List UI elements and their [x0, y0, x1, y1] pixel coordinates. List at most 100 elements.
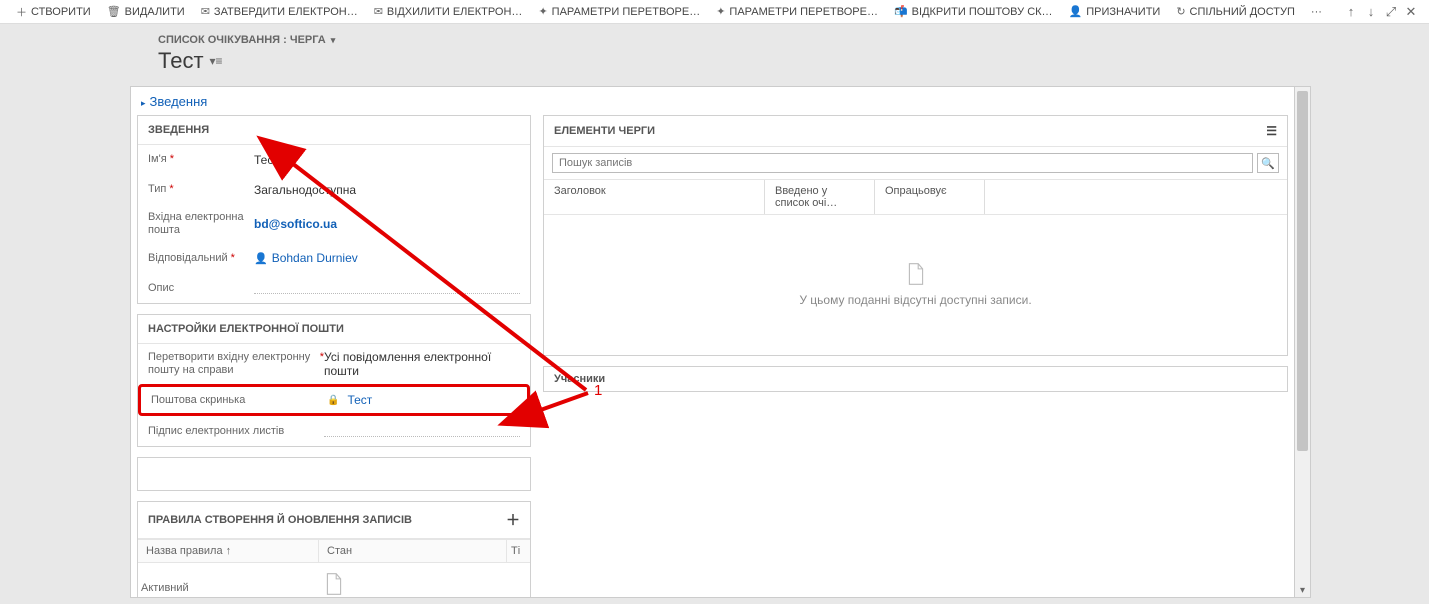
- form-scroll-area: ▸ Зведення Зведення Ім'я* Тест Тип* Загал…: [130, 86, 1295, 598]
- close-icon[interactable]: ✕: [1401, 2, 1421, 22]
- queue-col-entered[interactable]: Введено у список очі…: [764, 180, 874, 214]
- queue-grid-header: Заголовок Введено у список очі… Опрацьов…: [544, 179, 1287, 215]
- label-description: Опис: [148, 282, 254, 295]
- field-signature[interactable]: [324, 436, 520, 437]
- lock-icon: 🔒: [327, 395, 339, 406]
- cmd-assign-label: Призначити: [1086, 6, 1160, 18]
- plus-icon: ＋: [16, 4, 27, 20]
- mail-check-icon: ✉: [201, 5, 210, 18]
- sort-asc-icon: ↑: [226, 545, 232, 557]
- cmd-reject-email[interactable]: ✉ Відхилити електрон…: [366, 0, 531, 24]
- field-convert-email[interactable]: Усі повідомлення електронної пошти: [324, 350, 520, 378]
- breadcrumb[interactable]: СПИСОК ОЧІКУВАННЯ : ЧЕРГА ▾: [158, 34, 1429, 46]
- cmd-open-mailbox[interactable]: 📬 Відкрити поштову ск…: [886, 0, 1061, 24]
- trash-icon: 🗑: [107, 5, 121, 18]
- cmd-params1-label: Параметри перетворе…: [552, 6, 701, 18]
- queue-col-title[interactable]: Заголовок: [544, 180, 764, 214]
- panel-queue-items-header: Елементи черги ☰: [544, 116, 1287, 147]
- field-owner-text: Bohdan Durniev: [272, 251, 358, 265]
- vertical-scrollbar[interactable]: ▾: [1295, 86, 1311, 598]
- file-icon: [907, 263, 925, 285]
- cmd-more[interactable]: ···: [1303, 0, 1330, 24]
- share-icon: ↻: [1176, 5, 1185, 18]
- chevron-down-icon: ▾: [331, 35, 336, 45]
- breadcrumb-text: СПИСОК ОЧІКУВАННЯ : ЧЕРГА: [158, 34, 326, 46]
- label-owner: Відповідальний*: [148, 252, 254, 265]
- panel-summary: Зведення Ім'я* Тест Тип* Загальнодоступн…: [137, 115, 531, 304]
- page-title: Тест ▾≡: [158, 48, 1429, 74]
- page-header: СПИСОК ОЧІКУВАННЯ : ЧЕРГА ▾ Тест ▾≡: [0, 24, 1429, 78]
- section-header-text: Зведення: [150, 94, 208, 109]
- field-description[interactable]: [254, 293, 520, 294]
- scrollbar-thumb[interactable]: [1297, 91, 1308, 451]
- cmd-params2-label: Параметри перетворе…: [729, 6, 878, 18]
- panel-email-settings-header: Настройки електронної пошти: [138, 315, 530, 344]
- cmd-approve-label: Затвердити електрон…: [214, 6, 358, 18]
- command-bar: ＋ Створити 🗑 Видалити ✉ Затвердити електрон…: [0, 0, 1429, 24]
- user-assign-icon: 👤: [1069, 5, 1083, 18]
- search-icon: 🔍: [1261, 157, 1275, 170]
- cmd-delete[interactable]: 🗑 Видалити: [99, 0, 193, 24]
- rules-col-name[interactable]: Назва правила↑: [138, 540, 318, 562]
- list-view-icon[interactable]: ☰: [1266, 124, 1277, 138]
- cmd-share[interactable]: ↻ Спільний доступ: [1168, 0, 1303, 24]
- rules-col-type[interactable]: Ті: [506, 540, 530, 562]
- field-type[interactable]: Загальнодоступна: [254, 183, 520, 197]
- rules-grid-header: Назва правила↑ Стан Ті: [138, 539, 530, 563]
- field-incoming-email[interactable]: bd@softico.ua: [254, 217, 520, 231]
- status-bar: Активний: [131, 579, 199, 597]
- search-button[interactable]: 🔍: [1257, 153, 1279, 173]
- queue-empty-text: У цьому поданні відсутні доступні записи…: [799, 293, 1031, 307]
- tools-icon: ✦: [716, 5, 725, 18]
- cmd-reject-label: Відхилити електрон…: [387, 6, 523, 18]
- panel-spacer: [137, 457, 531, 491]
- cmd-create[interactable]: ＋ Створити: [8, 0, 99, 24]
- label-incoming-email: Вхідна електронна пошта: [148, 211, 254, 237]
- section-header-summary[interactable]: ▸ Зведення: [131, 87, 1294, 115]
- field-name[interactable]: Тест: [254, 153, 520, 167]
- panel-members: Учасники: [543, 366, 1288, 392]
- cmd-approve-email[interactable]: ✉ Затвердити електрон…: [193, 0, 366, 24]
- queue-col-spacer: [984, 180, 1287, 214]
- queue-search-input[interactable]: [552, 153, 1253, 173]
- field-owner[interactable]: 👤 Bohdan Durniev: [254, 251, 520, 265]
- cmd-convert-params1[interactable]: ✦ Параметри перетворе…: [530, 0, 708, 24]
- rules-col-state[interactable]: Стан: [318, 540, 506, 562]
- title-menu-icon[interactable]: ▾≡: [210, 54, 223, 68]
- panel-members-header: Учасники: [544, 367, 1287, 391]
- mail-x-icon: ✉: [374, 5, 383, 18]
- queue-grid-empty: У цьому поданні відсутні доступні записи…: [544, 215, 1287, 355]
- label-type: Тип*: [148, 183, 254, 196]
- add-rule-icon[interactable]: ＋: [506, 510, 520, 530]
- scroll-down-icon[interactable]: ▾: [1295, 583, 1310, 597]
- cmd-openmailbox-label: Відкрити поштову ск…: [912, 6, 1053, 18]
- nav-down-icon[interactable]: ↓: [1361, 2, 1381, 22]
- cmd-share-label: Спільний доступ: [1190, 6, 1295, 18]
- user-icon: 👤: [254, 252, 268, 265]
- field-mailbox[interactable]: 🔒 Тест: [327, 393, 517, 407]
- page-title-text: Тест: [158, 48, 204, 74]
- mailbox-icon: 📬: [894, 5, 908, 18]
- cmd-delete-label: Видалити: [125, 6, 185, 18]
- cmd-assign[interactable]: 👤Призначити: [1061, 0, 1169, 24]
- cmd-create-label: Створити: [31, 6, 91, 18]
- file-icon: [325, 573, 343, 595]
- tools-icon: ✦: [538, 5, 547, 18]
- field-mailbox-text: Тест: [347, 393, 372, 407]
- queue-col-workedby[interactable]: Опрацьовує: [874, 180, 984, 214]
- annotation-label-1: 1: [594, 382, 602, 399]
- cmd-more-label: ···: [1311, 6, 1322, 18]
- panel-email-settings: Настройки електронної пошти Перетворити …: [137, 314, 531, 447]
- panel-summary-header: Зведення: [138, 116, 530, 145]
- label-convert-email: Перетворити вхідну електронну пошту на с…: [148, 351, 324, 377]
- label-signature: Підпис електронних листів: [148, 425, 324, 438]
- label-name: Ім'я*: [148, 153, 254, 166]
- label-mailbox: Поштова скринька: [151, 394, 327, 407]
- panel-record-rules-header: Правила створення й оновлення записів ＋: [138, 502, 530, 539]
- cmd-convert-params2[interactable]: ✦ Параметри перетворе…: [708, 0, 886, 24]
- panel-queue-items: Елементи черги ☰ 🔍 Заголовок Введено у с…: [543, 115, 1288, 356]
- row-mailbox: Поштова скринька 🔒 Тест: [138, 384, 530, 416]
- collapse-icon: ▸: [141, 98, 146, 108]
- nav-up-icon[interactable]: ↑: [1341, 2, 1361, 22]
- popout-icon[interactable]: ⤢: [1381, 2, 1401, 22]
